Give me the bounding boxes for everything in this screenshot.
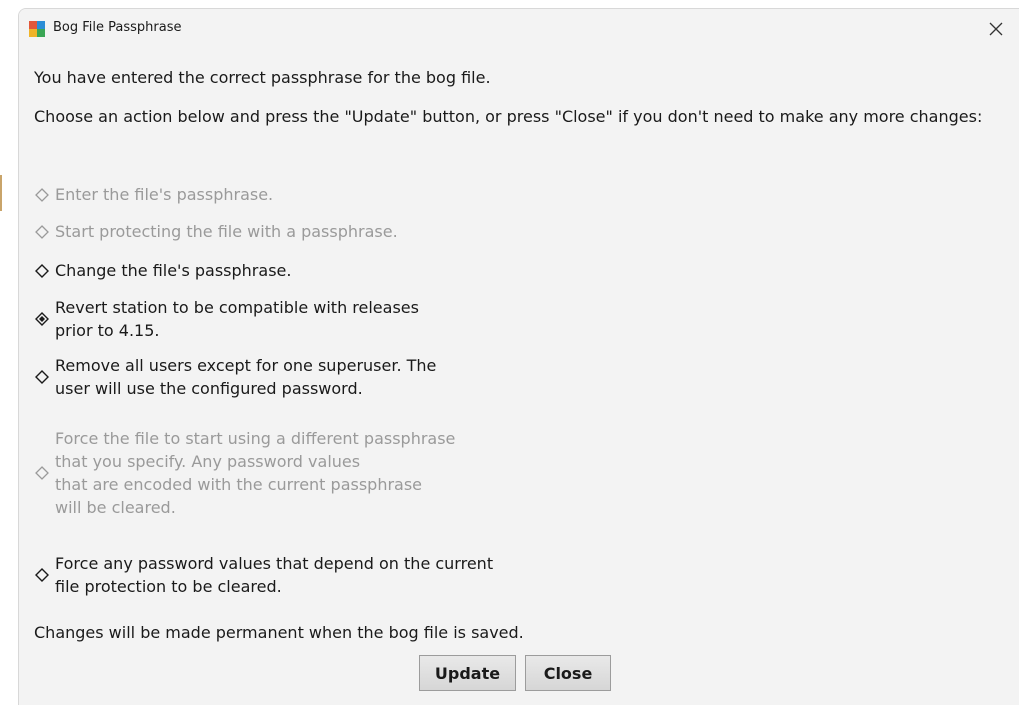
- close-icon: [989, 22, 1003, 36]
- diamond-radio-icon: [35, 466, 49, 480]
- diamond-radio-selected-icon: [35, 312, 49, 326]
- diamond-radio-icon: [35, 263, 49, 278]
- option-change-passphrase[interactable]: Change the file's passphrase.: [34, 259, 291, 282]
- title-bar: Bog File Passphrase: [19, 9, 1019, 49]
- option-clear-passwords[interactable]: Force any password values that depend on…: [34, 552, 493, 598]
- option-force-new-passphrase[interactable]: Force the file to start using a differen…: [34, 427, 455, 519]
- update-button[interactable]: Update: [419, 655, 516, 691]
- diamond-radio-icon: [35, 370, 49, 384]
- option-label: Start protecting the file with a passphr…: [55, 222, 398, 241]
- diamond-radio-icon: [35, 187, 49, 202]
- app-icon: [29, 21, 45, 37]
- option-start-protecting[interactable]: Start protecting the file with a passphr…: [34, 220, 398, 243]
- close-window-button[interactable]: [973, 9, 1019, 49]
- option-revert-station[interactable]: Revert station to be compatible with rel…: [34, 296, 419, 342]
- option-remove-users[interactable]: Remove all users except for one superuse…: [34, 354, 436, 400]
- passphrase-dialog: Bog File Passphrase You have entered the…: [18, 8, 1019, 705]
- option-label: Force any password values that depend on…: [55, 554, 494, 596]
- option-label: Revert station to be compatible with rel…: [55, 298, 419, 340]
- window-title: Bog File Passphrase: [53, 20, 182, 35]
- status-message: You have entered the correct passphrase …: [34, 68, 491, 87]
- diamond-radio-icon: [35, 224, 49, 239]
- instruction-message: Choose an action below and press the "Up…: [34, 107, 983, 126]
- option-label: Change the file's passphrase.: [55, 261, 292, 280]
- background-window-edge: [0, 175, 2, 211]
- save-note: Changes will be made permanent when the …: [34, 623, 524, 642]
- close-button[interactable]: Close: [525, 655, 611, 691]
- option-label: Remove all users except for one superuse…: [55, 356, 437, 398]
- option-enter-passphrase[interactable]: Enter the file's passphrase.: [34, 183, 273, 206]
- option-label: Force the file to start using a differen…: [55, 429, 456, 517]
- diamond-radio-icon: [35, 568, 49, 582]
- option-label: Enter the file's passphrase.: [55, 185, 274, 204]
